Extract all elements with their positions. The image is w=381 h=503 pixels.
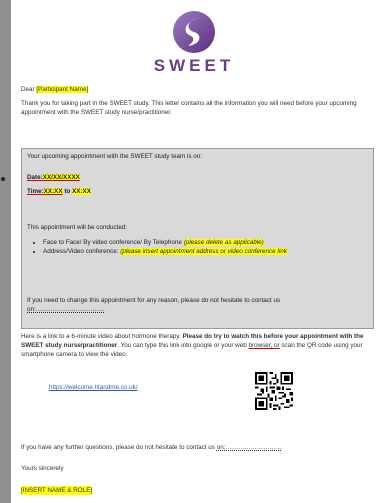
video-paragraph: Here is a link to a 6-minute video about… xyxy=(21,333,364,359)
appointment-heading: Your upcoming appointment with the SWEET… xyxy=(27,153,203,160)
appointment-time: Time:XX:XX to XX:XX xyxy=(27,188,91,195)
margin-bullet xyxy=(1,177,5,181)
letter-page: SWEET Dear [Participant Name] Thank you … xyxy=(11,0,381,503)
intro-paragraph: Thank you for taking part in the SWEET s… xyxy=(21,100,357,117)
address-item: Address/Video conference: (please insert… xyxy=(43,247,372,256)
sign-off: Yours sincerely xyxy=(21,465,64,472)
qr-code-image xyxy=(255,372,293,410)
participant-name: [Participant Name] xyxy=(36,86,89,93)
signature-placeholder: [INSERT NAME & ROLE] xyxy=(21,486,93,496)
logo-wordmark: SWEET xyxy=(153,56,235,75)
appointment-box: Your upcoming appointment with the SWEET… xyxy=(21,148,374,329)
change-contact: on:…………………………… xyxy=(27,306,106,314)
salutation-line: Dear [Participant Name] xyxy=(21,85,89,94)
time-start: XX:XX xyxy=(43,188,63,195)
time-end: XX:XX xyxy=(72,188,91,195)
video-link[interactable]: https://welcome.htandme.co.uk/ xyxy=(49,383,138,392)
conducted-heading: This appointment will be conducted: xyxy=(27,224,128,231)
date-value: XX/XX/XXXX xyxy=(42,174,80,181)
mode-item: Face to Face/ By video conference/ By Te… xyxy=(43,238,372,247)
questions-line: If you have any further questions, pleas… xyxy=(21,444,283,451)
salutation: Dear xyxy=(21,86,35,93)
questions-contact: on:……………………… xyxy=(216,444,283,451)
sweet-logo: SWEET xyxy=(139,10,249,76)
appointment-date: Date:XX/XX/XXXX xyxy=(27,174,80,181)
sweet-logo-icon xyxy=(173,11,215,53)
conducted-list: Face to Face/ By video conference/ By Te… xyxy=(27,238,372,257)
change-appointment-text: If you need to change this appointment f… xyxy=(27,297,281,314)
